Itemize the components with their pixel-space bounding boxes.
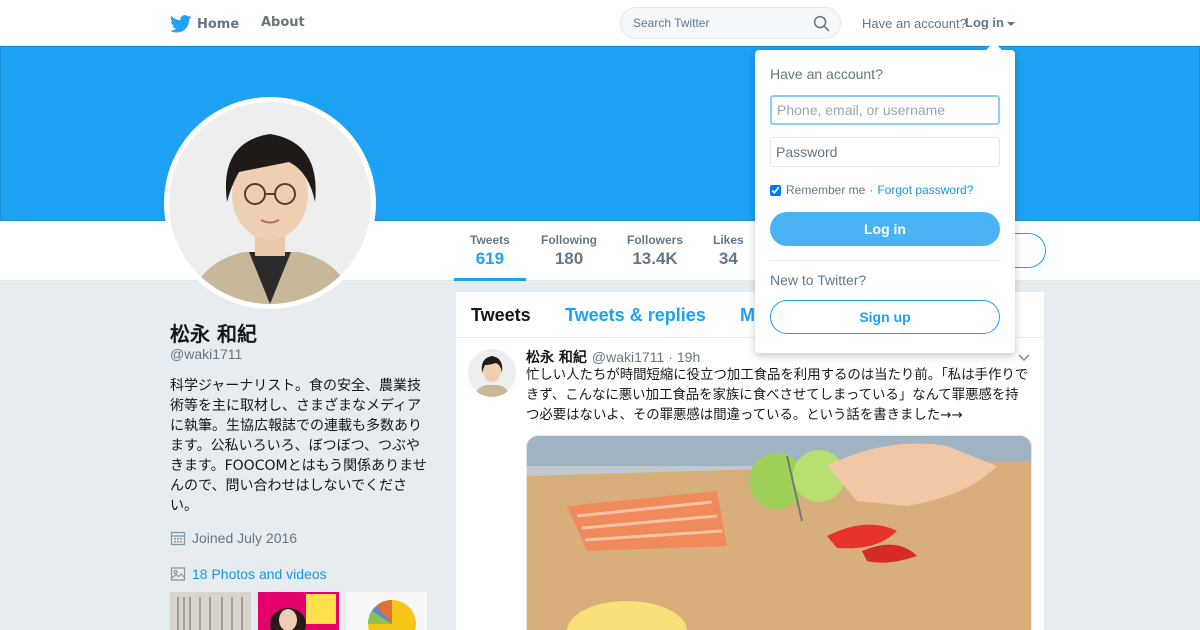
- profile-bio: 科学ジャーナリスト。食の安全、農業技術等を主に取材し、さまざまなメディアに執筆。…: [170, 378, 427, 514]
- dropdown-title: Have an account?: [770, 66, 883, 82]
- nav-home-link[interactable]: Home: [170, 15, 239, 33]
- stat-label: Likes: [713, 233, 744, 247]
- profile-handle[interactable]: @waki1711: [170, 346, 242, 362]
- joined-label: Joined July 2016: [192, 530, 298, 546]
- remember-me-label[interactable]: Remember me: [786, 183, 865, 197]
- caret-down-icon: [1007, 21, 1015, 26]
- stat-likes[interactable]: Likes 34: [713, 233, 744, 269]
- top-navigation: Home About Have an account? Log in: [0, 0, 1200, 46]
- photo-thumbnail[interactable]: [258, 592, 339, 630]
- profile-avatar-frame: [164, 97, 376, 309]
- photo-icon: [170, 567, 186, 581]
- search-box: [620, 7, 841, 39]
- stat-followers[interactable]: Followers 13.4K: [627, 233, 683, 269]
- tweet-photo-image: [527, 436, 1031, 630]
- signup-button[interactable]: Sign up: [770, 300, 1000, 334]
- tweet-author-name[interactable]: 松永 和紀: [526, 347, 587, 367]
- remember-me-checkbox[interactable]: [770, 184, 781, 196]
- photos-videos-link[interactable]: 18 Photos and videos: [170, 566, 327, 582]
- twitter-bird-icon: [170, 15, 192, 33]
- tweet-avatar[interactable]: [468, 349, 516, 397]
- tweet-menu-chevron-icon[interactable]: [1017, 353, 1031, 363]
- tweet-author-handle[interactable]: @waki1711: [592, 349, 664, 365]
- username-field[interactable]: [770, 95, 1000, 125]
- joined-date: Joined July 2016: [170, 530, 297, 546]
- forgot-password-link[interactable]: Forgot password?: [877, 183, 973, 197]
- stat-value: 13.4K: [632, 249, 678, 268]
- login-button[interactable]: Log in: [770, 212, 1000, 246]
- search-input[interactable]: [633, 15, 813, 31]
- stat-value: 180: [554, 249, 584, 268]
- search-icon[interactable]: [813, 15, 830, 32]
- tweet-separator: ·: [668, 349, 673, 365]
- tweet-timestamp[interactable]: 19h: [677, 349, 700, 365]
- photo-thumbnails: [170, 592, 427, 630]
- calendar-icon: [170, 531, 186, 546]
- new-to-twitter-prompt: New to Twitter?: [770, 272, 867, 288]
- dropdown-divider: [770, 260, 1000, 261]
- stat-value: 34: [718, 249, 738, 268]
- tab-tweets-replies[interactable]: Tweets & replies: [565, 305, 706, 326]
- tab-tweets[interactable]: Tweets: [471, 305, 531, 326]
- magazine-thumbnail-image: [258, 592, 339, 630]
- login-dropdown: Have an account? Remember me · Forgot pa…: [755, 42, 1015, 353]
- stat-label: Following: [541, 233, 597, 247]
- stat-following[interactable]: Following 180: [541, 233, 597, 269]
- password-field[interactable]: [770, 137, 1000, 167]
- stat-value: 619: [475, 249, 505, 268]
- stat-label: Followers: [627, 233, 684, 247]
- avatar-portrait-image: [169, 102, 371, 304]
- tweet-text: 忙しい人たちが時間短縮に役立つ加工食品を利用するのは当たり前。「私は手作りできず…: [526, 368, 1029, 423]
- profile-name: 松永 和紀: [170, 322, 257, 346]
- tweet-header: 松永 和紀 @waki1711 · 19h: [526, 347, 700, 367]
- profile-avatar[interactable]: [169, 102, 371, 304]
- photo-thumbnail[interactable]: [346, 592, 427, 630]
- photos-videos-label: 18 Photos and videos: [192, 566, 327, 582]
- pie-chart-thumbnail-image: [346, 592, 427, 630]
- stat-label: Tweets: [470, 233, 510, 247]
- stat-tweets[interactable]: Tweets 619: [454, 233, 526, 281]
- photo-thumbnail[interactable]: [170, 592, 251, 630]
- login-dropdown-toggle[interactable]: Log in: [965, 15, 1015, 30]
- remember-separator: ·: [869, 183, 874, 197]
- login-toggle-label: Log in: [965, 15, 1004, 30]
- nav-home-label: Home: [197, 16, 240, 32]
- newspaper-thumbnail-image: [170, 592, 251, 630]
- remember-row: Remember me · Forgot password?: [770, 183, 973, 197]
- tweet-avatar-image: [468, 349, 516, 397]
- tweet-media[interactable]: [526, 435, 1032, 630]
- account-prompt: Have an account?: [862, 16, 967, 31]
- tab-media[interactable]: M: [740, 305, 755, 326]
- nav-about-link[interactable]: About: [261, 15, 305, 30]
